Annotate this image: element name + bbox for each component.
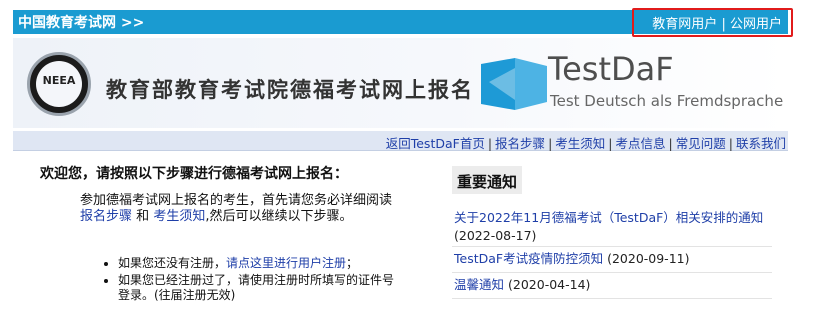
nav-faq-link[interactable]: 常见问题 xyxy=(676,136,726,151)
nav-centers-link[interactable]: 考点信息 xyxy=(616,136,666,151)
registration-steps-link[interactable]: 报名步骤 xyxy=(80,209,132,224)
notice-link[interactable]: TestDaF考试疫情防控须知 xyxy=(454,251,603,266)
seal-inner: NEEA xyxy=(36,61,82,107)
notice-link[interactable]: 关于2022年11月德福考试（TestDaF）相关安排的通知 xyxy=(454,210,763,225)
step-login: 如果您已经注册过了，请使用注册时所填写的证件号登录。(往届注册无效) xyxy=(118,273,404,303)
nav-contact-link[interactable]: 联系我们 xyxy=(736,136,786,151)
org-title: 教育部教育考试院德福考试网上报名 xyxy=(106,77,474,102)
step-register: 如果您还没有注册，请点这里进行用户注册； xyxy=(118,256,404,271)
nav-bar: 返回TestDaF首页 | 报名步骤 | 考生须知 | 考点信息 | 常见问题 | 联系我们 xyxy=(13,131,788,151)
step-register-prefix: 如果您还没有注册， xyxy=(118,256,227,270)
candidate-notice-link[interactable]: 考生须知 xyxy=(153,209,205,224)
header-banner: NEEA 教育部教育考试院德福考试网上报名 TestDaF Test Deuts… xyxy=(13,38,788,128)
nav-notice-link[interactable]: 考生须知 xyxy=(555,136,605,151)
notice-link[interactable]: 温馨通知 xyxy=(454,277,504,292)
testdaf-logo-icon xyxy=(481,58,547,110)
register-link[interactable]: 请点这里进行用户注册 xyxy=(226,256,346,270)
intro-and: 和 xyxy=(136,209,150,224)
testdaf-name: TestDaF xyxy=(548,50,674,88)
list-item: 关于2022年11月德福考试（TestDaF）相关安排的通知 (2022-08-… xyxy=(452,206,772,247)
notices-heading: 重要通知 xyxy=(452,166,522,194)
list-item: 温馨通知 (2020-04-14) xyxy=(452,273,772,299)
intro-paragraph: 参加德福考试网上报名的考生，首先请您务必详细阅读 报名步骤 和 考生须知,然后可… xyxy=(80,193,400,225)
notice-date: (2022-08-17) xyxy=(454,228,537,243)
notices-list: 关于2022年11月德福考试（TestDaF）相关安排的通知 (2022-08-… xyxy=(452,206,772,299)
highlight-box xyxy=(632,8,793,37)
site-title-link[interactable]: 中国教育考试网 >> xyxy=(18,12,144,32)
list-item: TestDaF考试疫情防控须知 (2020-09-11) xyxy=(452,247,772,273)
nav-home-link[interactable]: 返回TestDaF首页 xyxy=(386,136,485,151)
steps-list: 如果您还没有注册，请点这里进行用户注册； 如果您已经注册过了，请使用注册时所填写… xyxy=(104,256,404,305)
nav-separator: | xyxy=(548,136,553,151)
nav-steps-link[interactable]: 报名步骤 xyxy=(495,136,545,151)
neea-seal-logo: NEEA xyxy=(27,52,91,116)
testdaf-subtitle: Test Deutsch als Fremdsprache xyxy=(550,92,784,110)
intro-suffix: ,然后可以继续以下步骤。 xyxy=(205,209,353,224)
nav-separator: | xyxy=(728,136,733,151)
step-register-suffix: ； xyxy=(346,256,359,270)
seal-text: NEEA xyxy=(42,74,76,87)
welcome-heading: 欢迎您，请按照以下步骤进行德福考试网上报名： xyxy=(40,166,348,182)
nav-separator: | xyxy=(668,136,673,151)
intro-prefix: 参加德福考试网上报名的考生，首先请您务必详细阅读 xyxy=(80,193,393,208)
nav-separator: | xyxy=(487,136,493,151)
notice-date: (2020-09-11) xyxy=(607,251,690,266)
nav-separator: | xyxy=(608,136,613,151)
notice-date: (2020-04-14) xyxy=(508,277,591,292)
